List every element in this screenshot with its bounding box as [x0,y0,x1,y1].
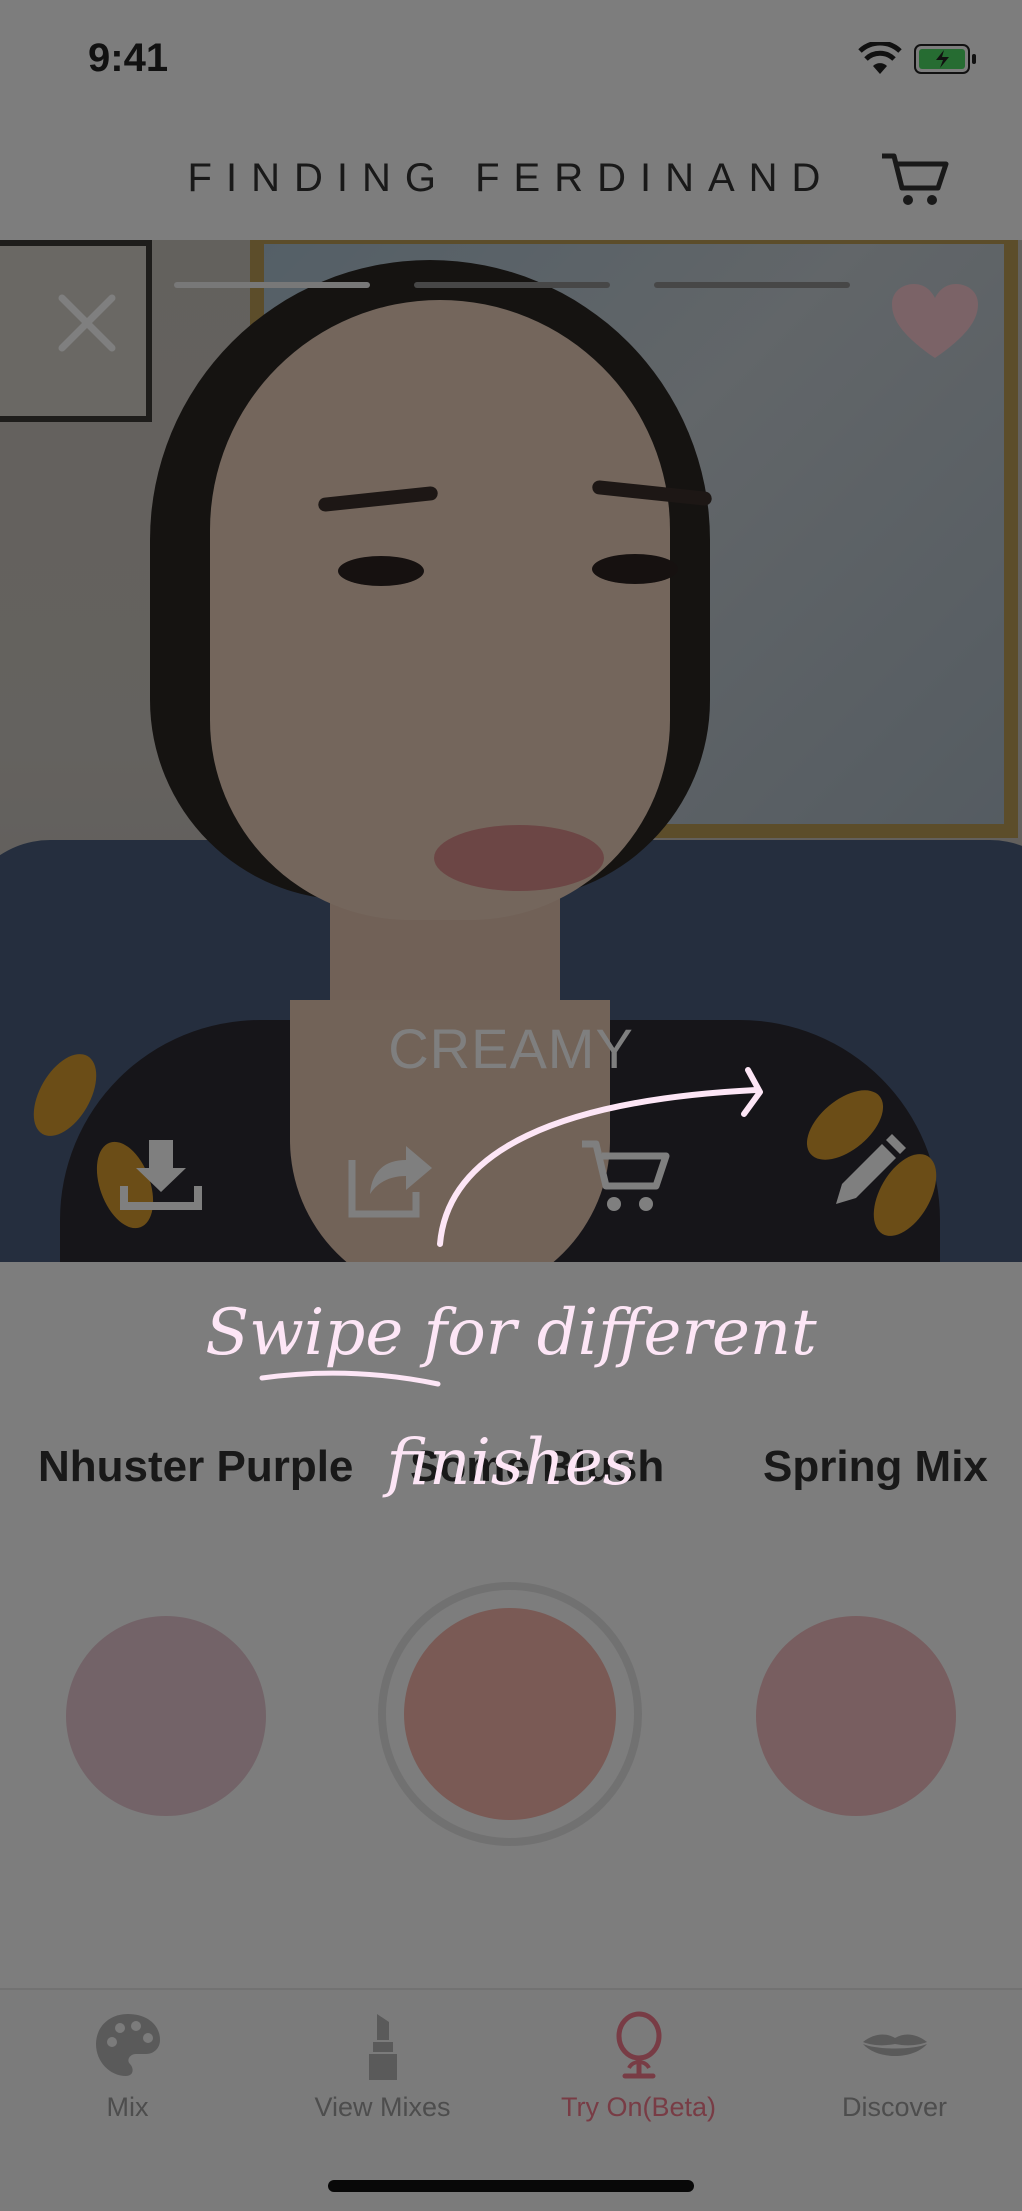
swipe-hint-text: Swipe for different finishes [0,1268,1022,1528]
swipe-hint-line1: Swipe for different [205,1296,817,1370]
swipe-hint-line2: finishes [386,1426,636,1500]
swipe-arrow-icon [259,1067,763,1387]
swipe-hint: Swipe for different finishes [0,0,1022,2211]
app-screen: 9:41 FINDING FERDINAND [0,0,1022,2211]
